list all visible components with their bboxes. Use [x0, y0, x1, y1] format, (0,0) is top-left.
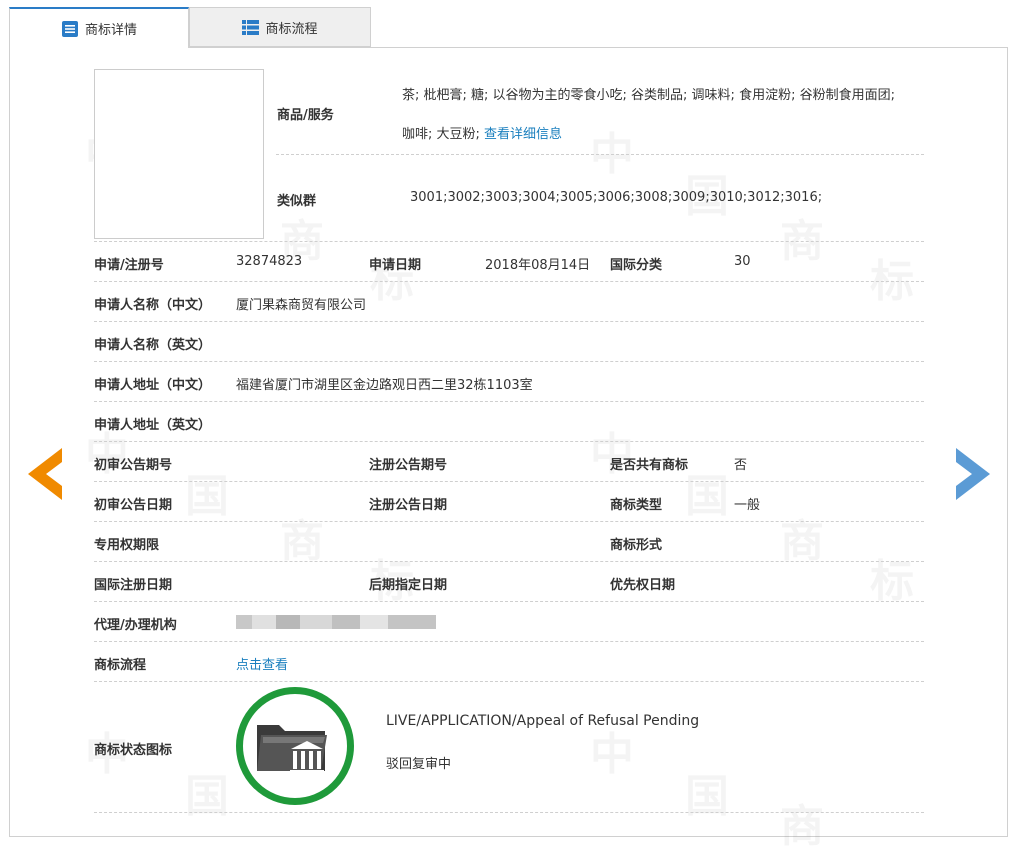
- agent-value-redacted: [236, 615, 436, 629]
- status-icon: [236, 687, 354, 805]
- exclusive-period-label: 专用权期限: [94, 538, 160, 553]
- tab-label: 商标详情: [84, 23, 137, 38]
- priority-date-label: 优先权日期: [610, 578, 676, 593]
- view-detail-link[interactable]: 查看详细信息: [484, 127, 562, 142]
- reg-no-value: 32874823: [236, 254, 303, 269]
- status-text-en: LIVE/APPLICATION/Appeal of Refusal Pendi…: [386, 713, 700, 729]
- goods-value-line2: 咖啡; 大豆粉; 查看详细信息: [402, 127, 563, 142]
- applicant-cn-label: 申请人名称（中文）: [94, 298, 212, 313]
- apply-date-label: 申请日期: [369, 258, 422, 273]
- agent-label: 代理/办理机构: [94, 618, 177, 633]
- later-designation-label: 后期指定日期: [369, 578, 448, 593]
- table-list-icon: [242, 19, 260, 35]
- reg-pub-no-label: 注册公告期号: [369, 458, 448, 473]
- status-label: 商标状态图标: [94, 743, 173, 758]
- prelim-pub-date-label: 初审公告日期: [94, 498, 173, 513]
- applicant-en-label: 申请人名称（英文）: [94, 338, 212, 353]
- address-cn-label: 申请人地址（中文）: [94, 378, 212, 393]
- view-process-link[interactable]: 点击查看: [236, 654, 288, 673]
- address-en-label: 申请人地址（英文）: [94, 418, 212, 433]
- tm-type-label: 商标类型: [610, 498, 663, 513]
- reg-no-label: 申请/注册号: [94, 258, 164, 273]
- tm-type-value: 一般: [734, 498, 761, 513]
- intl-reg-date-label: 国际注册日期: [94, 578, 173, 593]
- list-doc-icon: [61, 20, 78, 37]
- tab-label: 商标流程: [265, 21, 318, 37]
- shared-value: 否: [734, 458, 748, 473]
- tab-trademark-process[interactable]: 商标流程: [189, 7, 371, 47]
- tab-trademark-details[interactable]: 商标详情: [9, 7, 189, 48]
- shared-label: 是否共有商标: [610, 458, 689, 473]
- status-text-cn: 驳回复审中: [386, 757, 452, 772]
- right-arrow-icon[interactable]: [956, 448, 990, 500]
- applicant-cn-value: 厦门果森商贸有限公司: [236, 298, 367, 313]
- similar-group-value: 3001;3002;3003;3004;3005;3006;3008;3009;…: [410, 190, 823, 205]
- intl-class-label: 国际分类: [610, 258, 663, 273]
- similar-group-label: 类似群: [277, 194, 317, 209]
- tm-form-label: 商标形式: [610, 538, 663, 553]
- apply-date-value: 2018年08月14日: [485, 258, 591, 273]
- left-arrow-icon[interactable]: [28, 448, 62, 500]
- folder-court-icon: [257, 725, 327, 774]
- tab-bar: 商标详情 商标流程: [9, 7, 371, 48]
- goods-value: 茶; 枇杷膏; 糖; 以谷物为主的零食小吃; 谷类制品; 调味料; 食用淀粉; …: [402, 88, 895, 103]
- goods-label: 商品/服务: [277, 108, 334, 123]
- trademark-image[interactable]: [94, 69, 264, 239]
- address-cn-value: 福建省厦门市湖里区金边路观日西二里32栋1103室: [236, 378, 533, 393]
- intl-class-value: 30: [734, 254, 751, 269]
- reg-pub-date-label: 注册公告日期: [369, 498, 448, 513]
- prelim-pub-no-label: 初审公告期号: [94, 458, 173, 473]
- process-label: 商标流程: [94, 658, 147, 673]
